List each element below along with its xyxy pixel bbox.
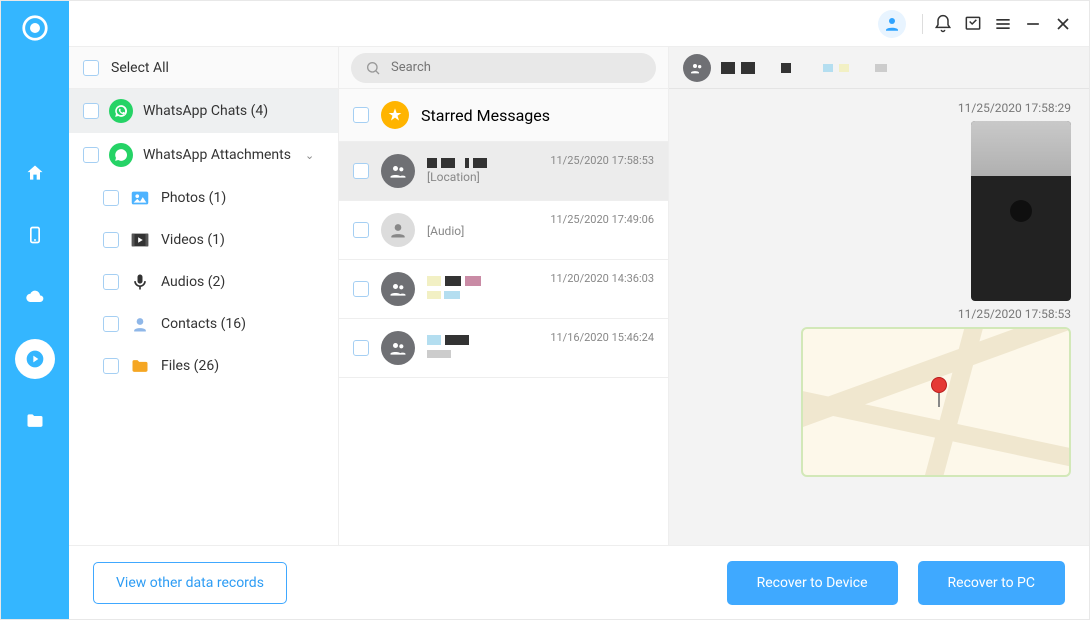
files-icon	[129, 355, 151, 377]
location-attachment[interactable]	[801, 327, 1071, 477]
checkbox[interactable]	[83, 103, 99, 119]
select-all-label: Select All	[111, 60, 169, 76]
audios-icon	[129, 271, 151, 293]
select-all-row[interactable]: Select All	[69, 47, 338, 89]
checkbox[interactable]	[103, 232, 119, 248]
sidebar-item-videos[interactable]: Videos (1)	[69, 219, 338, 261]
search-icon	[365, 60, 381, 76]
chat-detail-pane: 11/25/2020 17:58:29 11/25/2020 17:58:53	[669, 47, 1089, 545]
sidebar-item-label: Files (26)	[161, 358, 219, 374]
chat-row[interactable]: 11/16/2020 15:46:24	[339, 319, 668, 378]
detail-header	[669, 47, 1089, 89]
recover-to-pc-button[interactable]: Recover to PC	[918, 561, 1065, 605]
checkbox[interactable]	[103, 316, 119, 332]
group-avatar-icon	[381, 272, 415, 306]
footer-bar: View other data records Recover to Devic…	[69, 545, 1089, 619]
search-bar	[339, 47, 668, 89]
group-avatar-icon	[381, 154, 415, 188]
message-timestamp: 11/25/2020 17:58:29	[687, 101, 1071, 115]
chat-preview: [Audio]	[427, 224, 654, 238]
chat-row[interactable]: [Location] 11/25/2020 17:58:53	[339, 142, 668, 201]
minimize-icon[interactable]	[1023, 14, 1043, 34]
rail-folder-icon[interactable]	[15, 401, 55, 441]
chat-timestamp: 11/25/2020 17:49:06	[550, 213, 654, 226]
recover-to-device-button[interactable]: Recover to Device	[727, 561, 898, 605]
sidebar-item-label: Photos (1)	[161, 190, 226, 206]
select-all-checkbox[interactable]	[83, 60, 99, 76]
detail-title-redacted	[721, 62, 887, 74]
sidebar-item-label: WhatsApp Attachments	[143, 147, 291, 163]
chat-preview: [Location]	[427, 170, 654, 184]
chat-timestamp: 11/20/2020 14:36:03	[550, 272, 654, 285]
search-box[interactable]	[351, 53, 656, 83]
checkbox[interactable]	[353, 222, 369, 238]
sidebar-item-photos[interactable]: Photos (1)	[69, 177, 338, 219]
photos-icon	[129, 187, 151, 209]
close-icon[interactable]	[1053, 14, 1073, 34]
checkbox[interactable]	[353, 107, 369, 123]
checkbox[interactable]	[103, 358, 119, 374]
bell-icon[interactable]	[933, 14, 953, 34]
checkbox[interactable]	[353, 163, 369, 179]
view-other-records-button[interactable]: View other data records	[93, 562, 287, 604]
titlebar	[69, 1, 1089, 47]
chevron-down-icon: ⌄	[305, 149, 314, 162]
rail-apps-icon[interactable]	[15, 339, 55, 379]
chat-row[interactable]: 11/20/2020 14:36:03	[339, 260, 668, 319]
left-rail	[1, 1, 69, 619]
group-avatar-icon	[683, 54, 711, 82]
checkbox[interactable]	[353, 340, 369, 356]
app-logo-icon	[20, 13, 50, 43]
sidebar-item-contacts[interactable]: Contacts (16)	[69, 303, 338, 345]
chat-preview-redacted	[427, 288, 654, 302]
sidebar-item-whatsapp-chats[interactable]: WhatsApp Chats (4)	[69, 89, 338, 133]
group-avatar-icon	[381, 331, 415, 365]
account-avatar-icon[interactable]	[878, 10, 906, 38]
starred-messages-row[interactable]: Starred Messages	[339, 89, 668, 142]
whatsapp-icon	[109, 143, 133, 167]
sidebar-item-files[interactable]: Files (26)	[69, 345, 338, 387]
chat-list: Starred Messages [Location] 11/25/2020 1…	[339, 47, 669, 545]
checkbox[interactable]	[103, 190, 119, 206]
sidebar-item-whatsapp-attachments[interactable]: WhatsApp Attachments ⌄	[69, 133, 338, 177]
photo-attachment[interactable]	[971, 121, 1071, 301]
category-sidebar: Select All WhatsApp Chats (4) WhatsApp A…	[69, 47, 339, 545]
sidebar-item-label: Videos (1)	[161, 232, 225, 248]
chat-timestamp: 11/16/2020 15:46:24	[550, 331, 654, 344]
chat-preview-redacted	[427, 347, 654, 361]
message-timestamp: 11/25/2020 17:58:53	[687, 307, 1071, 321]
menu-icon[interactable]	[993, 14, 1013, 34]
sidebar-item-audios[interactable]: Audios (2)	[69, 261, 338, 303]
videos-icon	[129, 229, 151, 251]
search-input[interactable]	[391, 60, 642, 75]
rail-device-icon[interactable]	[15, 215, 55, 255]
chat-timestamp: 11/25/2020 17:58:53	[550, 154, 654, 167]
main-area: Select All WhatsApp Chats (4) WhatsApp A…	[69, 1, 1089, 619]
sidebar-item-label: Contacts (16)	[161, 316, 246, 332]
separator	[922, 14, 923, 34]
sidebar-item-label: Audios (2)	[161, 274, 225, 290]
rail-home-icon[interactable]	[15, 153, 55, 193]
person-avatar-icon	[381, 213, 415, 247]
contacts-icon	[129, 313, 151, 335]
chat-row[interactable]: [Audio] 11/25/2020 17:49:06	[339, 201, 668, 260]
feedback-icon[interactable]	[963, 14, 983, 34]
whatsapp-icon	[109, 99, 133, 123]
star-icon	[381, 101, 409, 129]
rail-cloud-icon[interactable]	[15, 277, 55, 317]
checkbox[interactable]	[83, 147, 99, 163]
starred-label: Starred Messages	[421, 106, 550, 125]
checkbox[interactable]	[103, 274, 119, 290]
sidebar-item-label: WhatsApp Chats (4)	[143, 103, 268, 119]
checkbox[interactable]	[353, 281, 369, 297]
play-icon	[1010, 200, 1032, 222]
map-pin-icon	[931, 377, 947, 407]
